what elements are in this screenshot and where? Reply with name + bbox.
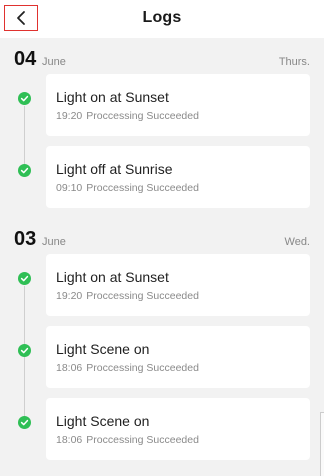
log-time: 18:06 xyxy=(56,362,83,374)
page-title: Logs xyxy=(142,9,182,26)
top-bar: Logs xyxy=(0,0,324,38)
day-month: June xyxy=(42,56,66,68)
day-number: 04 xyxy=(14,48,37,70)
log-subtitle: 18:06 Proccessing Succeeded xyxy=(56,434,310,446)
log-subtitle: 19:20 Proccessing Succeeded xyxy=(56,290,310,302)
log-card[interactable]: Light Scene on 18:06 Proccessing Succeede… xyxy=(46,326,310,388)
log-subtitle: 09:10 Proccessing Succeeded xyxy=(56,182,310,194)
check-icon xyxy=(18,164,31,177)
log-time: 19:20 xyxy=(56,290,83,302)
day-header: 04 June Thurs. xyxy=(0,48,324,76)
day-month: June xyxy=(42,236,66,248)
log-title: Light Scene on xyxy=(56,413,150,429)
log-subtitle: 19:20 Proccessing Succeeded xyxy=(56,110,310,122)
day-weekday: Wed. xyxy=(284,236,310,248)
log-title: Light on at Sunset xyxy=(56,89,169,105)
log-status: Proccessing Succeeded xyxy=(86,434,199,446)
day-header: 03 June Wed. xyxy=(0,228,324,256)
log-card[interactable]: Light on at Sunset 19:20 Proccessing Succ… xyxy=(46,74,310,136)
log-time: 18:06 xyxy=(56,434,83,446)
log-subtitle: 18:06 Proccessing Succeeded xyxy=(56,362,310,374)
log-status: Proccessing Succeeded xyxy=(86,362,199,374)
log-title: Light on at Sunset xyxy=(56,269,169,285)
check-icon xyxy=(18,272,31,285)
log-card[interactable]: Light Scene on 18:06 Proccessing Succeede… xyxy=(46,398,310,460)
check-icon xyxy=(18,92,31,105)
log-time: 19:20 xyxy=(56,110,83,122)
timeline-line xyxy=(24,106,25,170)
check-icon xyxy=(18,344,31,357)
log-status: Proccessing Succeeded xyxy=(86,290,199,302)
log-title: Light Scene on xyxy=(56,341,150,357)
check-icon xyxy=(18,416,31,429)
log-card[interactable]: Light on at Sunset 19:20 Proccessing Succ… xyxy=(46,254,310,316)
scroll-indicator xyxy=(320,412,324,476)
log-status: Proccessing Succeeded xyxy=(86,182,199,194)
log-card[interactable]: Light off at Sunrise 09:10 Proccessing Su… xyxy=(46,146,310,208)
log-status: Proccessing Succeeded xyxy=(86,110,199,122)
log-time: 09:10 xyxy=(56,182,83,194)
day-weekday: Thurs. xyxy=(278,56,310,68)
log-title: Light off at Sunrise xyxy=(56,161,173,177)
day-number: 03 xyxy=(14,228,37,250)
